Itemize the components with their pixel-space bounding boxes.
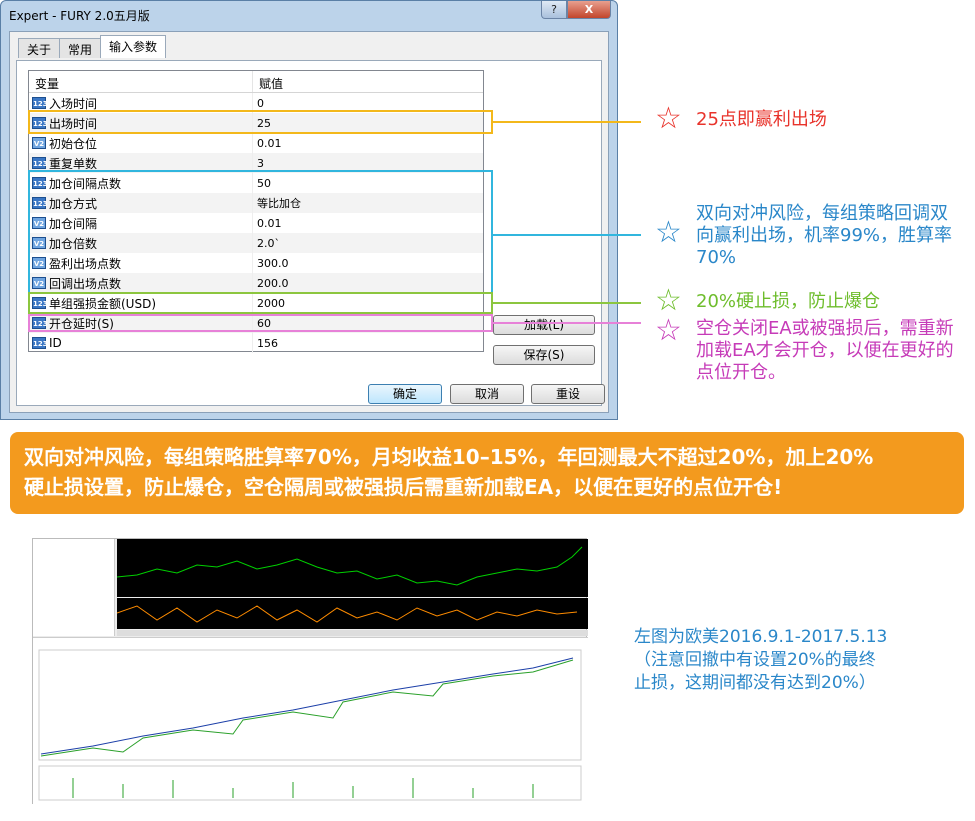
save-button[interactable]: 保存(S)	[493, 345, 595, 365]
price-chart-svg	[116, 546, 583, 586]
leader-line-yellow	[493, 121, 641, 123]
help-button[interactable]: ?	[541, 1, 567, 19]
volume-frame	[38, 765, 582, 801]
equity-report	[33, 637, 588, 805]
highlight-add-position	[28, 170, 493, 294]
integer-type-icon: 123	[32, 157, 48, 169]
backtest-screenshot	[32, 538, 588, 805]
leader-line-green	[493, 302, 641, 304]
parameter-name: 重复单数	[49, 156, 98, 171]
decimal-type-icon: V2	[32, 137, 46, 149]
column-variable[interactable]: 变量	[29, 71, 253, 92]
close-button[interactable]: X	[567, 1, 611, 19]
indicator-chart	[116, 598, 588, 629]
parameter-value[interactable]: 156	[253, 337, 278, 350]
leader-line-pink	[493, 322, 641, 324]
annotation-reload: 空仓关闭EA或被强损后，需重新加载EA才会开仓，以便在更好的点位开仓。	[696, 318, 954, 383]
integer-type-icon: 123	[32, 337, 48, 349]
column-value[interactable]: 赋值	[253, 71, 289, 92]
banner-line-2: 硬止损设置，防止爆仓，空仓隔周或被强损后需重新加载EA，以便在更好的点位开仓!	[24, 475, 783, 499]
volume-bars	[72, 778, 534, 798]
price-chart	[116, 539, 588, 597]
parameter-value[interactable]: 3	[253, 157, 264, 170]
parameter-name-cell: 123 ID	[29, 333, 253, 353]
parameter-name: 入场时间	[49, 96, 98, 111]
equity-frame	[38, 649, 582, 761]
caption-line-2: （注意回撤中有设置20%的最终	[634, 650, 876, 670]
annotation-stop-loss: 20%硬止损，防止爆仓	[696, 291, 881, 312]
window-controls: ? X	[541, 1, 611, 19]
parameter-value[interactable]: 0.01	[253, 137, 282, 150]
price-line	[116, 546, 583, 586]
highlight-stop-loss	[28, 292, 493, 314]
highlight-exit-time	[28, 110, 493, 134]
parameter-name-cell: V2 初始仓位	[29, 133, 253, 153]
indicator-line	[116, 605, 578, 623]
star-icon: ☆	[655, 283, 682, 318]
star-icon: ☆	[655, 101, 682, 136]
summary-banner: 双向对冲风险，每组策略胜算率70%，月均收益10–15%，年回测最大不超过20%…	[10, 432, 964, 514]
parameter-name: 初始仓位	[49, 136, 98, 151]
chart-tabs	[117, 630, 588, 636]
parameter-value[interactable]: 0	[253, 97, 264, 110]
tab-about[interactable]: 关于	[18, 38, 61, 58]
tab-inputs[interactable]: 输入参数	[100, 35, 167, 58]
table-row[interactable]: V2 初始仓位 0.01	[29, 133, 483, 153]
window-title: Expert - FURY 2.0五月版	[9, 9, 150, 23]
parameter-name: ID	[49, 336, 62, 350]
market-watch-panel	[33, 539, 115, 636]
indicator-svg	[116, 605, 578, 623]
caption-line-3: 止损，这期间都没有达到20%）	[634, 673, 876, 693]
load-button[interactable]: 加载(L)	[493, 315, 595, 335]
star-icon: ☆	[655, 313, 682, 348]
reset-button[interactable]: 重设	[531, 384, 605, 404]
chart-caption: 左图为欧美2016.9.1-2017.5.13 （注意回撤中有设置20%的最终 …	[634, 626, 887, 695]
caption-line-1: 左图为欧美2016.9.1-2017.5.13	[634, 627, 888, 647]
highlight-open-delay	[28, 314, 493, 332]
tab-bar: 关于 常用 输入参数	[18, 35, 167, 58]
equity-chart-svg	[38, 649, 582, 801]
cancel-button[interactable]: 取消	[450, 384, 524, 404]
balance-line	[40, 657, 574, 755]
tab-common[interactable]: 常用	[59, 38, 102, 58]
star-icon: ☆	[655, 215, 682, 250]
banner-line-1: 双向对冲风险，每组策略胜算率70%，月均收益10–15%，年回测最大不超过20%…	[24, 445, 874, 469]
leader-line-blue	[493, 234, 641, 236]
table-row[interactable]: 123 ID 156	[29, 333, 483, 353]
integer-type-icon: 123	[32, 97, 48, 109]
annotation-exit: 25点即赢利出场	[696, 109, 827, 130]
ok-button[interactable]: 确定	[368, 384, 442, 404]
grid-header: 变量 赋值	[29, 71, 483, 93]
annotation-hedge: 双向对冲风险，每组策略回调双向赢利出场，机率99%，胜算率70%	[696, 203, 953, 268]
